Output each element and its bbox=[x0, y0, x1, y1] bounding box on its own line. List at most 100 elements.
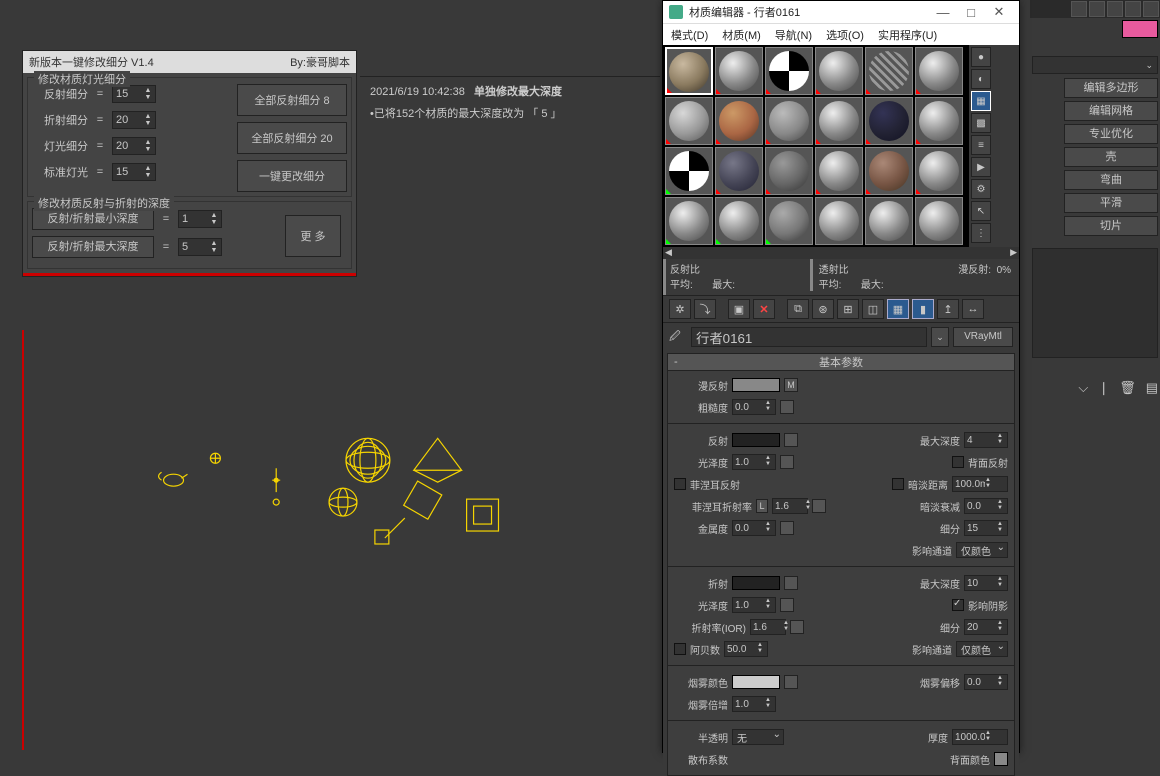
chk-affect-shadow[interactable] bbox=[952, 599, 964, 611]
material-slot-8[interactable] bbox=[715, 97, 763, 145]
menu-options[interactable]: 选项(O) bbox=[826, 27, 864, 43]
spin-metalness[interactable]: ▲▼ bbox=[732, 520, 776, 536]
material-slot-3[interactable] bbox=[765, 47, 813, 95]
material-slot-19[interactable] bbox=[665, 197, 713, 245]
spin-thickness[interactable]: ▲▼ bbox=[952, 729, 1008, 745]
material-slot-15[interactable] bbox=[765, 147, 813, 195]
btn-bend[interactable]: 弯曲 bbox=[1064, 170, 1158, 190]
spin-max-depth[interactable]: ▲▼ bbox=[178, 238, 222, 256]
chk-abbe[interactable] bbox=[674, 643, 686, 655]
dd-refract-affect[interactable]: 仅颜色 bbox=[956, 641, 1008, 657]
spin-fog-bias[interactable]: ▲▼ bbox=[964, 674, 1008, 690]
material-type-button[interactable]: VRayMtl bbox=[953, 327, 1013, 347]
map-refract-gloss[interactable] bbox=[780, 598, 794, 612]
spin-dim-falloff[interactable]: ▲▼ bbox=[964, 498, 1008, 514]
spin-reflect-subdiv[interactable]: ▲▼ bbox=[964, 520, 1008, 536]
spin-reflect-gloss[interactable]: ▲▼ bbox=[732, 454, 776, 470]
top-icon-3[interactable] bbox=[1107, 1, 1123, 17]
material-name-dropdown[interactable]: ⌄ bbox=[931, 327, 949, 347]
spin-min-depth[interactable]: ▲▼ bbox=[178, 210, 222, 228]
make-copy-icon[interactable]: ⧉ bbox=[787, 299, 809, 319]
menu-nav[interactable]: 导航(N) bbox=[775, 27, 812, 43]
top-icon-5[interactable] bbox=[1143, 1, 1159, 17]
chk-dim-dist[interactable] bbox=[892, 478, 904, 490]
spin-reflect-subdiv[interactable]: ▲▼ bbox=[112, 85, 156, 103]
chk-backface[interactable] bbox=[952, 456, 964, 468]
btn-more[interactable]: 更 多 bbox=[285, 215, 341, 257]
video-check-icon[interactable]: ≡ bbox=[971, 135, 991, 155]
material-slot-5[interactable] bbox=[865, 47, 913, 95]
swatch-diffuse[interactable] bbox=[732, 378, 780, 392]
material-slot-17[interactable] bbox=[865, 147, 913, 195]
material-slot-18[interactable] bbox=[915, 147, 963, 195]
btn-slice[interactable]: 切片 bbox=[1064, 216, 1158, 236]
go-sibling-icon[interactable]: ↔ bbox=[962, 299, 984, 319]
spin-refract-subdiv[interactable]: ▲▼ bbox=[964, 619, 1008, 635]
map-roughness[interactable] bbox=[780, 400, 794, 414]
assign-to-sel-icon[interactable]: ▣ bbox=[728, 299, 750, 319]
menu-util[interactable]: 实用程序(U) bbox=[878, 27, 937, 43]
material-name-input[interactable] bbox=[691, 327, 927, 347]
put-to-lib-icon[interactable]: ⊞ bbox=[837, 299, 859, 319]
modifier-dropdown[interactable]: ⌄ bbox=[1032, 56, 1158, 74]
uv-tile-icon[interactable]: ▩ bbox=[971, 113, 991, 133]
footer-icon-trash[interactable]: 🗑 bbox=[1119, 380, 1136, 396]
map-ior[interactable] bbox=[790, 620, 804, 634]
swatch-back-color[interactable] bbox=[994, 752, 1008, 766]
menu-mode[interactable]: 模式(D) bbox=[671, 27, 708, 43]
material-slot-7[interactable] bbox=[665, 97, 713, 145]
btn-edit-poly[interactable]: 编辑多边形 bbox=[1064, 78, 1158, 98]
lock-fresnel-ior[interactable]: L bbox=[756, 499, 768, 513]
material-slot-2[interactable] bbox=[715, 47, 763, 95]
spin-ior[interactable]: ▲▼ bbox=[750, 619, 786, 635]
material-slot-22[interactable] bbox=[815, 197, 863, 245]
material-slot-12[interactable] bbox=[915, 97, 963, 145]
show-in-vp-icon[interactable]: ▦ bbox=[887, 299, 909, 319]
minimize-button[interactable]: — bbox=[929, 5, 957, 20]
mat-effects-icon[interactable]: ◫ bbox=[862, 299, 884, 319]
backlight-icon[interactable]: ◐ bbox=[971, 69, 991, 89]
dd-translucent[interactable]: 无 bbox=[732, 729, 784, 745]
material-slot-16[interactable] bbox=[815, 147, 863, 195]
material-slot-10[interactable] bbox=[815, 97, 863, 145]
get-material-icon[interactable]: ✲ bbox=[669, 299, 691, 319]
select-by-mat-icon[interactable]: ↖ bbox=[971, 201, 991, 221]
spin-light-subdiv[interactable]: ▲▼ bbox=[112, 137, 156, 155]
viewport[interactable] bbox=[22, 330, 657, 750]
map-refract[interactable] bbox=[784, 576, 798, 590]
spin-refract-subdiv[interactable]: ▲▼ bbox=[112, 111, 156, 129]
spin-refract-maxdepth[interactable]: ▲▼ bbox=[964, 575, 1008, 591]
btn-all-reflect-20[interactable]: 全部反射细分 20 bbox=[237, 122, 347, 154]
spin-fresnel-ior[interactable]: ▲▼ bbox=[772, 498, 808, 514]
scroll-left[interactable]: ◀ bbox=[665, 247, 672, 259]
material-slot-11[interactable] bbox=[865, 97, 913, 145]
pick-material-icon[interactable]: 🖉 bbox=[669, 328, 687, 346]
top-icon-1[interactable] bbox=[1071, 1, 1087, 17]
dd-reflect-affect[interactable]: 仅颜色 bbox=[956, 542, 1008, 558]
swatch-fog[interactable] bbox=[732, 675, 780, 689]
material-slot-24[interactable] bbox=[915, 197, 963, 245]
options-icon[interactable]: ⚙ bbox=[971, 179, 991, 199]
btn-min-depth[interactable]: 反射/折射最小深度 bbox=[32, 208, 154, 230]
reset-material-icon[interactable]: ✕ bbox=[753, 299, 775, 319]
btn-edit-mesh[interactable]: 编辑网格 bbox=[1064, 101, 1158, 121]
material-slot-13[interactable] bbox=[665, 147, 713, 195]
spin-abbe[interactable]: ▲▼ bbox=[724, 641, 768, 657]
background-icon[interactable]: ▦ bbox=[971, 91, 991, 111]
map-reflect-gloss[interactable] bbox=[780, 455, 794, 469]
spin-roughness[interactable]: ▲▼ bbox=[732, 399, 776, 415]
swatch-reflect[interactable] bbox=[732, 433, 780, 447]
make-unique-icon[interactable]: ⊛ bbox=[812, 299, 834, 319]
map-fresnel-ior[interactable] bbox=[812, 499, 826, 513]
go-parent-icon[interactable]: ↥ bbox=[937, 299, 959, 319]
spin-reflect-maxdepth[interactable]: ▲▼ bbox=[964, 432, 1008, 448]
scroll-right[interactable]: ▶ bbox=[1010, 247, 1017, 259]
map-reflect[interactable] bbox=[784, 433, 798, 447]
mat-id-icon[interactable]: ⋮ bbox=[971, 223, 991, 243]
footer-icon-wing[interactable]: ⌵ bbox=[1078, 380, 1088, 396]
menu-material[interactable]: 材质(M) bbox=[722, 27, 761, 43]
spin-refract-gloss[interactable]: ▲▼ bbox=[732, 597, 776, 613]
material-slot-23[interactable] bbox=[865, 197, 913, 245]
btn-all-reflect-8[interactable]: 全部反射细分 8 bbox=[237, 84, 347, 116]
btn-shell[interactable]: 壳 bbox=[1064, 147, 1158, 167]
